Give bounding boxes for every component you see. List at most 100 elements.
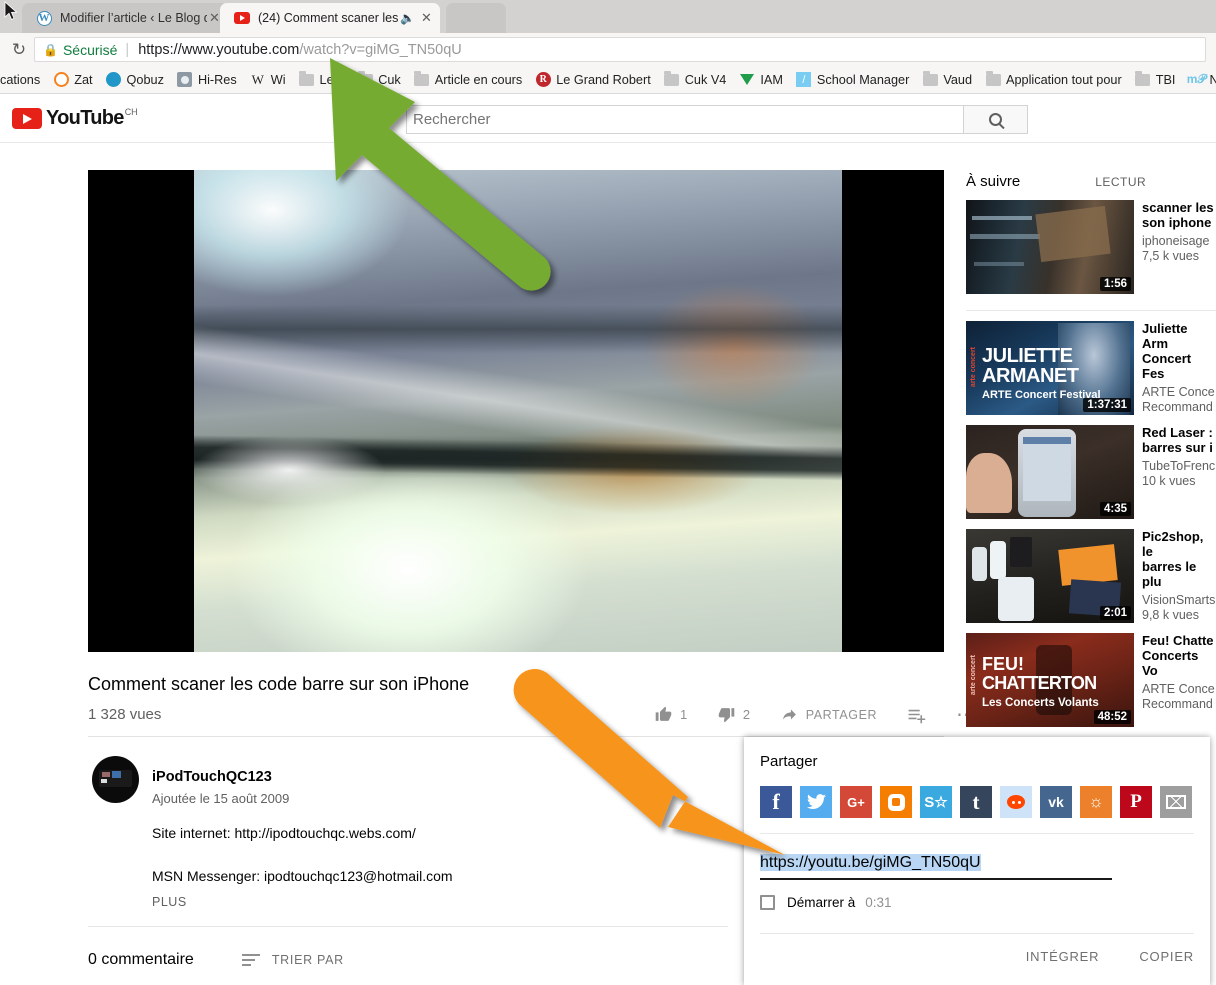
comment-count: 0 commentaire	[88, 951, 194, 968]
search-input[interactable]	[406, 105, 964, 134]
address-bar[interactable]: 🔒 Sécurisé | https://www.youtube.com/wat…	[34, 37, 1206, 62]
embed-button[interactable]: INTÉGRER	[1026, 949, 1100, 964]
suggested-views: Recommand	[1142, 400, 1213, 414]
bookmark-tbi[interactable]: TBI	[1135, 70, 1175, 88]
like-button[interactable]: 1	[655, 706, 688, 723]
dislike-button[interactable]: 2	[718, 706, 751, 723]
bookmark-label: Wi	[270, 72, 286, 87]
share-google-plus-icon[interactable]: G+	[840, 786, 872, 818]
mu-icon: m𝒫	[1186, 72, 1207, 86]
bookmark-label: Zat	[74, 72, 93, 87]
share-label: PARTAGER	[805, 707, 878, 722]
wordpress-icon: W	[36, 10, 52, 26]
reload-icon[interactable]: ↻	[4, 40, 34, 60]
tab-audio-icon[interactable]: 🔈	[400, 11, 415, 25]
tab-youtube[interactable]: (24) Comment scaner les co 🔈 ✕	[220, 3, 440, 33]
bookmark-cations[interactable]: cations	[0, 73, 40, 87]
suggested-views: Recommand	[1142, 697, 1213, 711]
autoplay-label[interactable]: LECTUR	[1095, 175, 1146, 189]
bookmark-article-en-cours[interactable]: Article en cours	[414, 70, 523, 88]
share-icon	[782, 709, 796, 720]
video-player[interactable]	[88, 170, 944, 652]
avatar[interactable]	[92, 756, 139, 803]
video-thumbnail: arte concert JULIETTE ARMANET ARTE Conce…	[966, 321, 1134, 415]
share-tumblr-icon[interactable]: t	[960, 786, 992, 818]
share-vk-icon[interactable]: vk	[1040, 786, 1072, 818]
video-thumbnail: 4:35	[966, 425, 1134, 519]
share-email-icon[interactable]	[1160, 786, 1192, 818]
video-title: Comment scaner les code barre sur son iP…	[88, 674, 470, 694]
bookmark-le-b[interactable]: Le b	[299, 70, 345, 88]
list-item[interactable]: 2:01 Pic2shop, le barres le plu VisionSm…	[960, 529, 1216, 633]
bookmark-label: Le b	[319, 72, 345, 87]
channel-name[interactable]: iPodTouchQC123	[152, 769, 272, 785]
share-reddit-icon[interactable]	[1000, 786, 1032, 818]
bookmark-zat[interactable]: Zat	[53, 72, 93, 88]
share-blogger-icon[interactable]	[880, 786, 912, 818]
bookmark-le-grand-robert[interactable]: R Le Grand Robert	[535, 72, 651, 88]
add-to-playlist-icon	[908, 709, 926, 724]
bookmark-cuk[interactable]: Cuk	[357, 70, 401, 88]
start-at-row[interactable]: Démarrer à 0:31	[760, 895, 892, 910]
bookmark-mu[interactable]: m𝒫 N	[1186, 72, 1216, 88]
sort-icon	[241, 954, 260, 966]
share-pinterest-icon[interactable]: P	[1120, 786, 1152, 818]
list-item[interactable]: arte concert FEU! CHATTERTON Les Concert…	[960, 633, 1216, 737]
start-at-checkbox[interactable]	[760, 895, 775, 910]
bookmark-cuk-v4[interactable]: Cuk V4	[664, 70, 726, 88]
new-tab-stub[interactable]	[446, 3, 506, 33]
youtube-logo[interactable]: YouTube CH	[12, 107, 138, 129]
suggested-channel: iphoneisage	[1142, 234, 1210, 248]
list-item[interactable]: 4:35 Red Laser : barres sur i TubeToFren…	[960, 425, 1216, 529]
bookmark-iam[interactable]: IAM	[739, 72, 783, 88]
bookmark-vaud[interactable]: Vaud	[922, 70, 972, 88]
url-prefix: https://www.youtube.com	[138, 41, 300, 58]
share-url-field[interactable]: https://youtu.be/giMG_TN50qU	[760, 854, 1112, 880]
video-duration: 1:37:31	[1083, 398, 1131, 412]
list-item[interactable]: 1:56 scanner les son iphone iphoneisage …	[960, 200, 1216, 304]
suggested-channel: TubeToFrenc	[1142, 459, 1216, 473]
share-odnoklassniki-icon[interactable]: ☼	[1080, 786, 1112, 818]
suggested-video-title: Feu! Chatte Concerts Vo	[1142, 633, 1214, 678]
folder-icon	[922, 70, 938, 88]
tab-youtube-title: (24) Comment scaner les	[258, 11, 398, 25]
like-count: 1	[680, 707, 688, 722]
tab-wordpress[interactable]: W Modifier l’article ‹ Le Blog du C ✕	[22, 3, 228, 33]
bookmark-qobuz[interactable]: Qobuz	[106, 72, 164, 88]
comments-header: 0 commentaire TRIER PAR	[88, 951, 344, 969]
sort-comments-button[interactable]: TRIER PAR	[241, 953, 344, 967]
bookmark-hires[interactable]: Hi-Res	[177, 72, 237, 88]
video-thumbnail: arte concert FEU! CHATTERTON Les Concert…	[966, 633, 1134, 727]
suggested-video-title: Juliette Arm Concert Fes	[1142, 321, 1192, 381]
robert-icon: R	[535, 72, 551, 88]
bookmarks-bar: cations Zat Qobuz Hi-Res W Wi Le b Cuk A	[0, 66, 1216, 94]
bookmark-label: cations	[0, 72, 41, 87]
save-to-playlist-button[interactable]	[907, 705, 926, 724]
share-stumbleupon-icon[interactable]: S☆	[920, 786, 952, 818]
video-meta: Feu! Chatte Concerts Vo ARTE Conce Recom…	[1134, 633, 1216, 727]
video-duration: 4:35	[1099, 502, 1131, 516]
sort-label: TRIER PAR	[271, 953, 344, 967]
youtube-wordmark: YouTube	[46, 107, 124, 129]
search-button[interactable]	[964, 105, 1028, 134]
url-suffix: /watch?v=giMG_TN50qU	[299, 41, 462, 58]
bookmark-label: Le Grand Robert	[556, 72, 651, 87]
video-meta: Juliette Arm Concert Fes ARTE Conce Reco…	[1134, 321, 1216, 415]
sidebar-header: À suivre LECTUR	[960, 143, 1216, 200]
share-twitter-icon[interactable]	[800, 786, 832, 818]
share-url-text: https://youtu.be/giMG_TN50qU	[760, 854, 981, 871]
bookmark-school-manager[interactable]: / School Manager	[796, 72, 909, 88]
show-more-button[interactable]: PLUS	[152, 895, 187, 909]
share-facebook-icon[interactable]: f	[760, 786, 792, 818]
description-line-2: MSN Messenger: ipodtouchqc123@hotmail.co…	[152, 868, 453, 884]
bookmark-label: Article en cours	[434, 72, 523, 87]
copy-button[interactable]: COPIER	[1139, 949, 1194, 964]
divider	[760, 933, 1194, 934]
share-button[interactable]: PARTAGER	[781, 706, 877, 723]
tab-close-icon[interactable]: ✕	[419, 10, 434, 26]
zat-icon	[53, 72, 69, 88]
list-item[interactable]: arte concert JULIETTE ARMANET ARTE Conce…	[960, 321, 1216, 425]
start-at-time[interactable]: 0:31	[865, 895, 891, 910]
bookmark-application-tout-pour[interactable]: Application tout pour	[985, 70, 1122, 88]
bookmark-wikipedia[interactable]: W Wi	[250, 72, 286, 88]
